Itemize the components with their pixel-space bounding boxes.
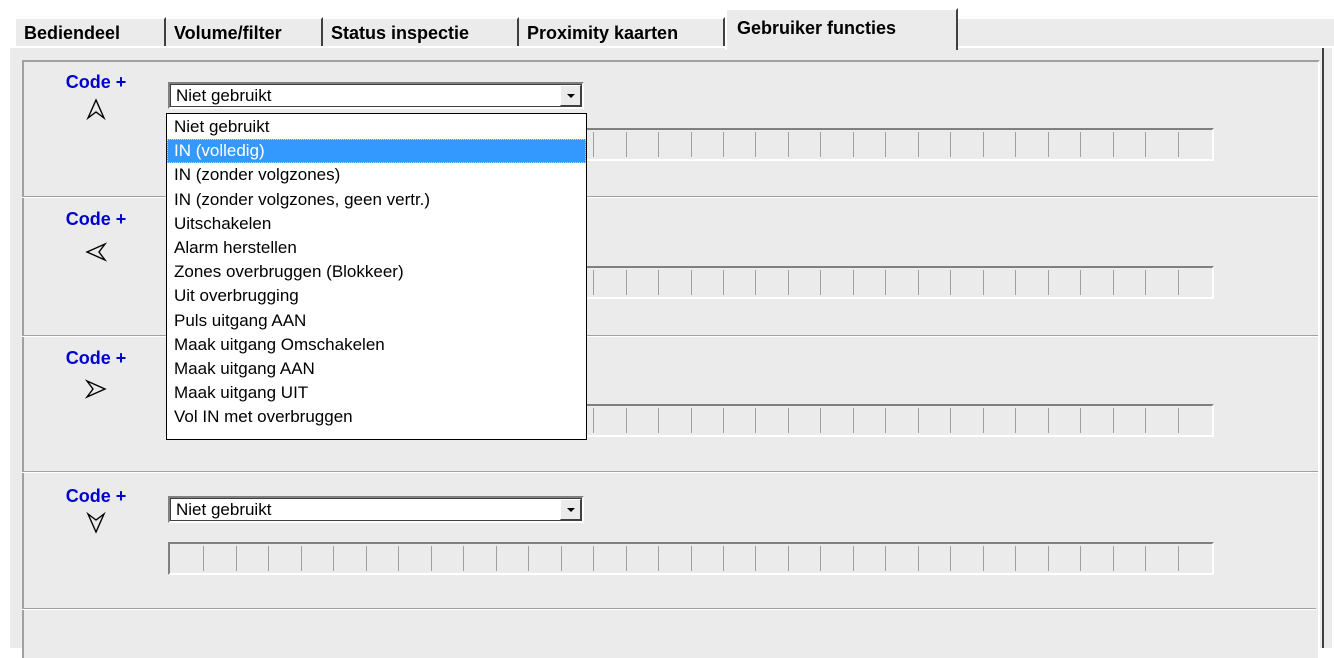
dropdown-option[interactable]: Alarm herstellen xyxy=(167,236,586,260)
panel-right-edge xyxy=(1322,48,1324,648)
section-divider xyxy=(22,608,1316,610)
tab-status-inspectie[interactable]: Status inspectie xyxy=(323,17,519,47)
code-label: Code + xyxy=(65,348,127,368)
dropdown-option[interactable]: Puls uitgang AAN xyxy=(167,309,586,333)
arrow-down-icon xyxy=(85,512,107,534)
combo-value: Niet gebruikt xyxy=(176,500,272,519)
tab-strip-filler xyxy=(958,17,1334,47)
tab-baseline xyxy=(0,46,1334,48)
arrow-right-icon xyxy=(85,378,107,400)
dropdown-arrow-button[interactable] xyxy=(560,85,581,106)
dropdown-option-selected[interactable]: IN (volledig) xyxy=(167,139,586,164)
section-divider xyxy=(22,471,1318,473)
function-select-up[interactable]: Niet gebruikt xyxy=(168,82,584,109)
dropdown-option[interactable]: Maak uitgang AAN xyxy=(167,357,586,381)
dropdown-option[interactable]: Niet gebruikt xyxy=(167,115,586,139)
function-dropdown-list: Niet gebruikt IN (volledig) IN (zonder v… xyxy=(166,113,587,440)
combo-value: Niet gebruikt xyxy=(176,86,272,105)
dropdown-option[interactable]: Maak uitgang Omschakelen xyxy=(167,333,586,357)
tab-gebruiker-functies[interactable]: Gebruiker functies xyxy=(725,8,958,50)
dropdown-arrow-button[interactable] xyxy=(560,499,581,520)
dropdown-option[interactable]: IN (zonder volgzones, geen vertr.) xyxy=(167,188,586,212)
code-label: Code + xyxy=(65,72,127,92)
dropdown-option[interactable]: Vol IN met overbruggen xyxy=(167,405,586,429)
dropdown-option[interactable]: Uit overbrugging xyxy=(167,284,586,308)
dropdown-option[interactable]: Uitschakelen xyxy=(167,212,586,236)
arrow-up-icon xyxy=(85,98,107,120)
tab-bediendeel[interactable]: Bediendeel xyxy=(16,17,166,47)
tab-strip: Bediendeel Volume/filter Status inspecti… xyxy=(0,0,1334,50)
function-select-down[interactable]: Niet gebruikt xyxy=(168,496,584,523)
tab-volume-filter[interactable]: Volume/filter xyxy=(166,17,323,47)
dropdown-option[interactable]: Zones overbruggen (Blokkeer) xyxy=(167,260,586,284)
tab-proximity-kaarten[interactable]: Proximity kaarten xyxy=(519,17,725,47)
code-label: Code + xyxy=(65,209,127,229)
window: Bediendeel Volume/filter Status inspecti… xyxy=(0,0,1334,658)
arrow-left-icon xyxy=(85,241,107,263)
dropdown-option[interactable]: Maak uitgang UIT xyxy=(167,381,586,405)
dropdown-option[interactable]: IN (zonder volgzones) xyxy=(167,163,586,187)
code-input-down[interactable] xyxy=(168,542,1214,575)
code-label: Code + xyxy=(65,486,127,506)
